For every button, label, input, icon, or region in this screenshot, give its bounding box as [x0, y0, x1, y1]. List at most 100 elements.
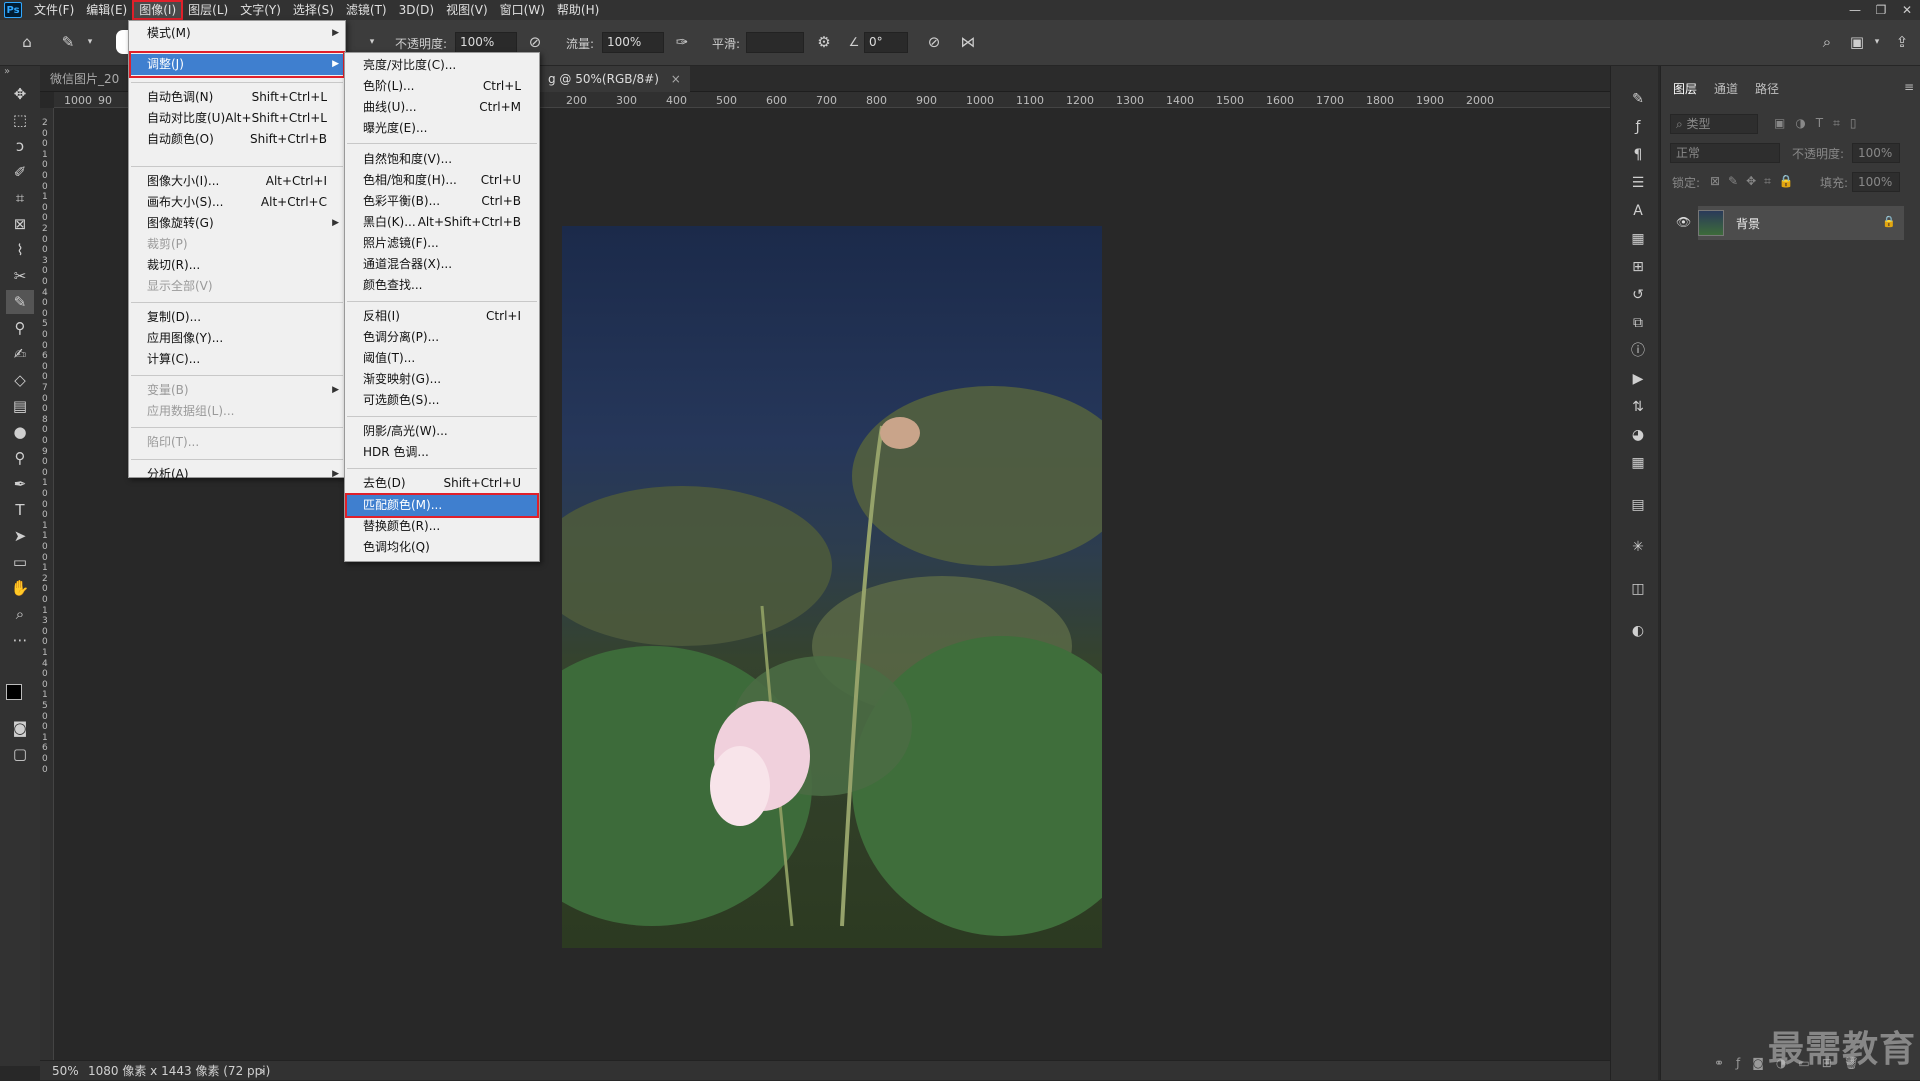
menu-3d[interactable]: 3D(D) — [393, 1, 440, 19]
flow-input[interactable]: 100% — [602, 32, 664, 53]
fx-icon[interactable]: ƒ — [1627, 116, 1649, 138]
status-menu-arrow[interactable]: › — [260, 1061, 265, 1081]
quick-select-tool-icon[interactable]: ✐ — [6, 160, 34, 184]
adjust-menu-item[interactable]: 颜色查找... — [345, 275, 539, 296]
minimize-button[interactable]: — — [1842, 0, 1868, 20]
brush-preset-icon[interactable]: ✎ — [58, 32, 78, 52]
brush-settings-icon[interactable]: ✎ — [1627, 88, 1649, 110]
character-icon[interactable]: A — [1627, 200, 1649, 222]
screen-mode-icon[interactable]: ▢ — [6, 742, 34, 766]
swatches-icon[interactable]: ▦ — [1627, 452, 1649, 474]
image-menu-item[interactable]: 调整(J) ▶ — [129, 54, 345, 75]
image-menu-item[interactable]: 裁切(R)... — [129, 255, 345, 276]
menu-type[interactable]: 文字(Y) — [234, 1, 287, 19]
crop-tool-icon[interactable]: ⌗ — [6, 186, 34, 210]
menu-select[interactable]: 选择(S) — [287, 1, 340, 19]
marquee-tool-icon[interactable]: ⬚ — [6, 108, 34, 132]
eye-icon[interactable]: 👁 — [1676, 215, 1691, 229]
more-tools-icon[interactable]: ⋯ — [6, 628, 34, 652]
clone-source-icon[interactable]: ⧉ — [1627, 312, 1649, 334]
mode-dropdown-arrow[interactable]: ▾ — [362, 32, 382, 52]
adjust-menu-item[interactable]: 通道混合器(X)... — [345, 254, 539, 275]
layer-filter-input[interactable]: ⌕ 类型 — [1670, 114, 1758, 134]
quick-mask-icon[interactable]: ◙ — [6, 716, 34, 740]
actions-icon[interactable]: ▶ — [1627, 368, 1649, 390]
adjust-menu-item[interactable]: 照片滤镜(F)... — [345, 233, 539, 254]
adjust-menu-item[interactable]: 曝光度(E)... — [345, 118, 539, 139]
dodge-tool-icon[interactable]: ⚲ — [6, 446, 34, 470]
angle-input[interactable]: 0° — [864, 32, 908, 53]
image-menu-item[interactable]: 计算(C)... — [129, 349, 345, 370]
frame-tool-icon[interactable]: ⊠ — [6, 212, 34, 236]
canvas-image[interactable] — [562, 226, 1102, 948]
libraries-icon[interactable]: ▦ — [1627, 228, 1649, 250]
shape-tool-icon[interactable]: ▭ — [6, 550, 34, 574]
opacity-input[interactable]: 100% — [455, 32, 517, 53]
workspace-chevron-icon[interactable]: ▾ — [1867, 32, 1887, 52]
color-icon[interactable]: ◕ — [1627, 424, 1649, 446]
eyedropper-tool-icon[interactable]: ⌇ — [6, 238, 34, 262]
foreground-color-swatch[interactable] — [6, 684, 22, 700]
tab-layers[interactable]: 图层 — [1673, 80, 1697, 97]
stamp-tool-icon[interactable]: ⚲ — [6, 316, 34, 340]
menu-layer[interactable]: 图层(L) — [182, 1, 234, 19]
timeline-icon[interactable]: ◫ — [1627, 578, 1649, 600]
image-menu-item[interactable]: 应用图像(Y)... — [129, 328, 345, 349]
hand-tool-icon[interactable]: ✋ — [6, 576, 34, 600]
measurement-icon[interactable]: ◐ — [1627, 620, 1649, 642]
menu-window[interactable]: 窗口(W) — [494, 1, 551, 19]
image-menu-item[interactable]: 复制(D)... — [129, 307, 345, 328]
chevron-down-icon[interactable]: ▾ — [80, 32, 100, 52]
history-icon[interactable]: ↺ — [1627, 284, 1649, 306]
navigator-icon[interactable]: ⇅ — [1627, 396, 1649, 418]
adjust-menu-item[interactable]: 渐变映射(G)... — [345, 369, 539, 390]
adjust-menu-item[interactable]: HDR 色调... — [345, 442, 539, 463]
menu-edit[interactable]: 编辑(E) — [80, 1, 133, 19]
adjust-menu-item[interactable]: 色调分离(P)... — [345, 327, 539, 348]
adjust-menu-item[interactable]: 可选颜色(S)... — [345, 390, 539, 411]
3d-icon[interactable]: ✳ — [1627, 536, 1649, 558]
paragraph-icon[interactable]: ¶ — [1627, 144, 1649, 166]
gear-icon[interactable]: ⚙ — [814, 32, 834, 52]
zoom-tool-icon[interactable]: ⌕ — [6, 602, 34, 626]
image-menu-item[interactable]: 画布大小(S)... Alt+Ctrl+C — [129, 192, 345, 213]
zoom-level[interactable]: 50% — [52, 1061, 79, 1081]
adjust-menu-item[interactable]: 阈值(T)... — [345, 348, 539, 369]
home-icon[interactable]: ⌂ — [17, 32, 37, 52]
pressure-size-icon[interactable]: ⊘ — [924, 32, 944, 52]
close-icon[interactable]: × — [671, 72, 681, 86]
adjust-menu-item[interactable]: 阴影/高光(W)... — [345, 421, 539, 442]
share-icon[interactable]: ⇪ — [1892, 32, 1912, 52]
adjust-menu-item[interactable]: 色调均化(Q) — [345, 537, 539, 558]
adjust-menu-item[interactable]: 反相(I) Ctrl+I — [345, 306, 539, 327]
tab-paths[interactable]: 路径 — [1755, 80, 1779, 97]
image-menu-item[interactable]: 图像大小(I)... Alt+Ctrl+I — [129, 171, 345, 192]
type-tool-icon[interactable]: T — [6, 498, 34, 522]
blur-tool-icon[interactable]: ● — [6, 420, 34, 444]
collapse-icon[interactable]: » — [4, 66, 10, 77]
info-icon[interactable]: ⓘ — [1627, 340, 1649, 362]
panel-opacity-input[interactable]: 100% — [1852, 143, 1900, 163]
adjustments-icon[interactable]: ⊞ — [1627, 256, 1649, 278]
image-menu-item[interactable]: 自动色调(N) Shift+Ctrl+L — [129, 87, 345, 108]
restore-button[interactable]: ❐ — [1868, 0, 1894, 20]
image-menu-item[interactable]: 图像旋转(G) ▶ — [129, 213, 345, 234]
gradient-tool-icon[interactable]: ▤ — [6, 394, 34, 418]
menu-help[interactable]: 帮助(H) — [551, 1, 605, 19]
panel-menu-icon[interactable]: ≡ — [1904, 80, 1914, 94]
pressure-opacity-icon[interactable]: ⊘ — [525, 32, 545, 52]
adjust-menu-item[interactable]: 去色(D) Shift+Ctrl+U — [345, 473, 539, 494]
notes-icon[interactable]: ▤ — [1627, 494, 1649, 516]
move-tool-icon[interactable]: ✥ — [6, 82, 34, 106]
menu-file[interactable]: 文件(F) — [28, 1, 80, 19]
image-menu-item[interactable]: 分析(A) ▶ — [129, 464, 345, 485]
adjust-menu-item[interactable]: 替换颜色(R)... — [345, 516, 539, 537]
smoothing-input[interactable] — [746, 32, 804, 53]
close-window-button[interactable]: ✕ — [1894, 0, 1920, 20]
workspace-icon[interactable]: ▣ — [1847, 32, 1867, 52]
menu-view[interactable]: 视图(V) — [440, 1, 494, 19]
fill-input[interactable]: 100% — [1852, 172, 1900, 192]
pen-tool-icon[interactable]: ✒ — [6, 472, 34, 496]
layer-row-background[interactable]: 👁 背景 🔒 — [1676, 206, 1904, 240]
adjust-menu-item[interactable]: 匹配颜色(M)... — [345, 495, 539, 516]
